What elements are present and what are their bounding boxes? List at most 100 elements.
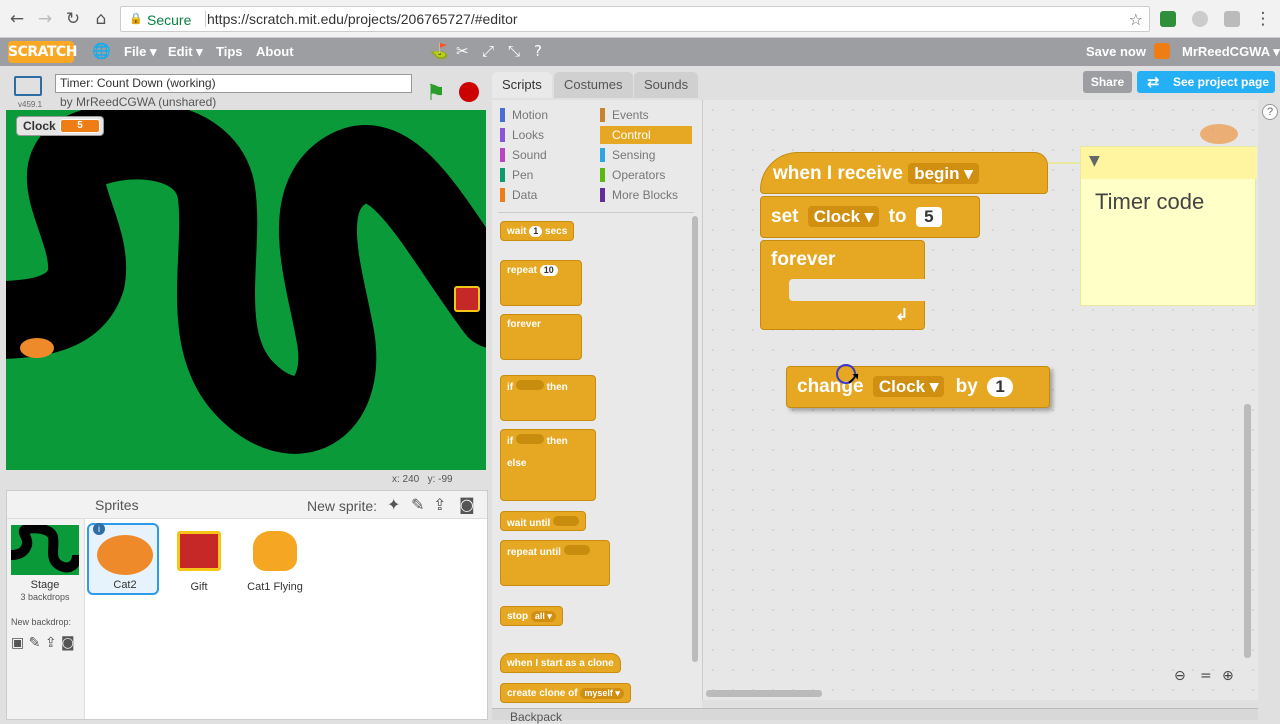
palette-block-create-clone[interactable]: create clone of myself ▾ [500,683,631,703]
variable-monitor[interactable]: Clock 5 [16,116,104,136]
collapse-triangle-icon[interactable]: ▼ [1089,153,1100,169]
category-sound[interactable]: Sound [500,146,547,164]
bookmark-star-icon[interactable]: ☆ [1129,10,1143,29]
file-menu[interactable]: File ▾ [124,44,157,60]
category-control[interactable]: Control [600,126,692,144]
variable-dropdown[interactable]: Clock ▾ [872,376,945,397]
shrink-tool-icon[interactable]: ⤡ [508,42,520,60]
backdrop-tools[interactable]: ▣ ✎ ⇪ ◙ [11,635,75,651]
info-icon[interactable]: i [93,523,105,535]
share-button[interactable]: Share [1083,71,1132,93]
stop-icon[interactable] [459,82,479,102]
about-link[interactable]: About [256,44,294,59]
fullscreen-icon[interactable] [14,76,42,96]
maze-backdrop [6,110,486,454]
category-pen[interactable]: Pen [500,166,533,184]
forever-block[interactable]: forever ↲ [760,240,925,330]
green-flag-icon[interactable]: ⚑ [426,80,446,106]
duplicate-tool-icon[interactable]: ⛳ [430,42,449,60]
paint-sprite-icon[interactable]: ✎ [411,495,424,514]
extension-icon[interactable] [1192,11,1208,27]
palette-block-if-else[interactable]: if then else [500,429,596,501]
tips-link[interactable]: Tips [216,44,243,59]
category-looks[interactable]: Looks [500,126,544,144]
palette-block-wait-until[interactable]: wait until [500,511,587,531]
forward-icon[interactable]: → [34,8,56,30]
value-input[interactable]: 5 [915,207,942,227]
category-more-blocks[interactable]: More Blocks [600,186,678,204]
stage-thumbnail[interactable] [10,523,82,575]
script-comment[interactable]: ▼ Timer code [1080,146,1257,306]
stage-canvas[interactable]: Clock 5 [6,110,486,470]
help-icon[interactable]: ? [534,42,542,60]
palette-block-repeat[interactable]: repeat 10 [500,260,582,306]
language-globe-icon[interactable]: 🌐 [92,42,111,60]
zoom-in-icon[interactable]: ⊕ [1222,668,1234,684]
tab-costumes[interactable]: Costumes [554,72,633,98]
category-operators[interactable]: Operators [600,166,665,184]
category-swatch [500,188,505,202]
scripts-vscrollbar[interactable] [1244,404,1251,658]
help-side-icon[interactable]: ? [1262,104,1278,120]
tab-sounds[interactable]: Sounds [634,72,699,98]
zoom-reset-icon[interactable]: = [1200,668,1212,684]
user-menu[interactable]: MrReedCGWA ▾ [1182,44,1280,60]
zoom-out-icon[interactable]: ⊖ [1174,668,1186,684]
reload-icon[interactable]: ↻ [62,8,84,30]
block-text: repeat until [507,547,561,558]
tab-scripts[interactable]: Scripts [492,72,552,98]
backpack-bar[interactable]: Backpack [492,708,1258,724]
block-text: stop [507,611,529,622]
comment-text[interactable]: Timer code [1095,189,1204,215]
palette-block-stop[interactable]: stop all ▾ [500,606,563,626]
save-now-link[interactable]: Save now [1086,44,1146,59]
sprite-thumb-cat1-flying[interactable]: Cat1 Flying [239,523,311,595]
comment-titlebar[interactable]: ▼ [1081,147,1257,179]
when-i-receive-block[interactable]: when I receive begin ▾ [760,152,1048,194]
set-variable-block[interactable]: set Clock ▾ to 5 [760,196,980,238]
gift-sprite[interactable] [454,286,480,312]
block-text: if [507,436,514,447]
category-events[interactable]: Events [600,106,649,124]
sprite-thumb-gift[interactable]: Gift [163,523,235,595]
palette-divider [498,212,694,213]
block-text: wait [507,226,527,237]
palette-block-clone-start[interactable]: when I start as a clone [500,653,621,673]
new-backdrop-label: New backdrop: [11,617,72,627]
category-data[interactable]: Data [500,186,537,204]
menu-icon[interactable]: ⋮ [1252,8,1274,30]
value-input[interactable]: 1 [987,377,1014,397]
camera-icon[interactable]: ◙ [459,495,475,514]
palette-scrollbar[interactable] [692,216,698,662]
version-label: v459.1 [18,100,43,109]
mouse-coords: x: 240 y: -99 [392,474,453,485]
category-sensing[interactable]: Sensing [600,146,655,164]
delete-tool-icon[interactable]: ✂ [456,42,469,60]
avatar[interactable] [1154,43,1170,59]
extension-icon[interactable] [1160,11,1176,27]
address-bar[interactable]: 🔒 Secure https://scratch.mit.edu/project… [120,6,1150,32]
variable-dropdown[interactable]: Clock ▾ [807,206,880,227]
project-title-input[interactable]: Timer: Count Down (working) [55,74,412,93]
change-variable-block[interactable]: change Clock ▾ by 1 [786,366,1050,408]
grow-tool-icon[interactable]: ⤢ [482,42,494,60]
sprite-thumb-cat2[interactable]: i Cat2 [87,523,159,595]
scripts-hscrollbar[interactable] [706,690,822,697]
message-dropdown[interactable]: begin ▾ [908,163,979,184]
see-project-page-button[interactable]: ⇄ See project page [1137,71,1275,93]
cat-sprite[interactable] [20,338,54,358]
upload-sprite-icon[interactable]: ⇪ [433,495,446,514]
palette-block-if-then[interactable]: if then [500,375,596,421]
category-motion[interactable]: Motion [500,106,548,124]
extension-icon[interactable] [1224,11,1240,27]
scratch-logo[interactable]: SCRATCH [8,41,77,63]
edit-menu[interactable]: Edit ▾ [168,44,203,60]
palette-block-repeat-until[interactable]: repeat until [500,540,610,586]
back-icon[interactable]: ← [6,8,28,30]
current-sprite-icon [1200,124,1238,144]
category-label: Operators [612,168,666,182]
palette-block-wait[interactable]: wait 1 secs [500,221,575,241]
palette-block-forever[interactable]: forever [500,314,582,360]
home-icon[interactable]: ⌂ [90,8,112,30]
sprite-library-icon[interactable]: ✦ [387,495,400,514]
